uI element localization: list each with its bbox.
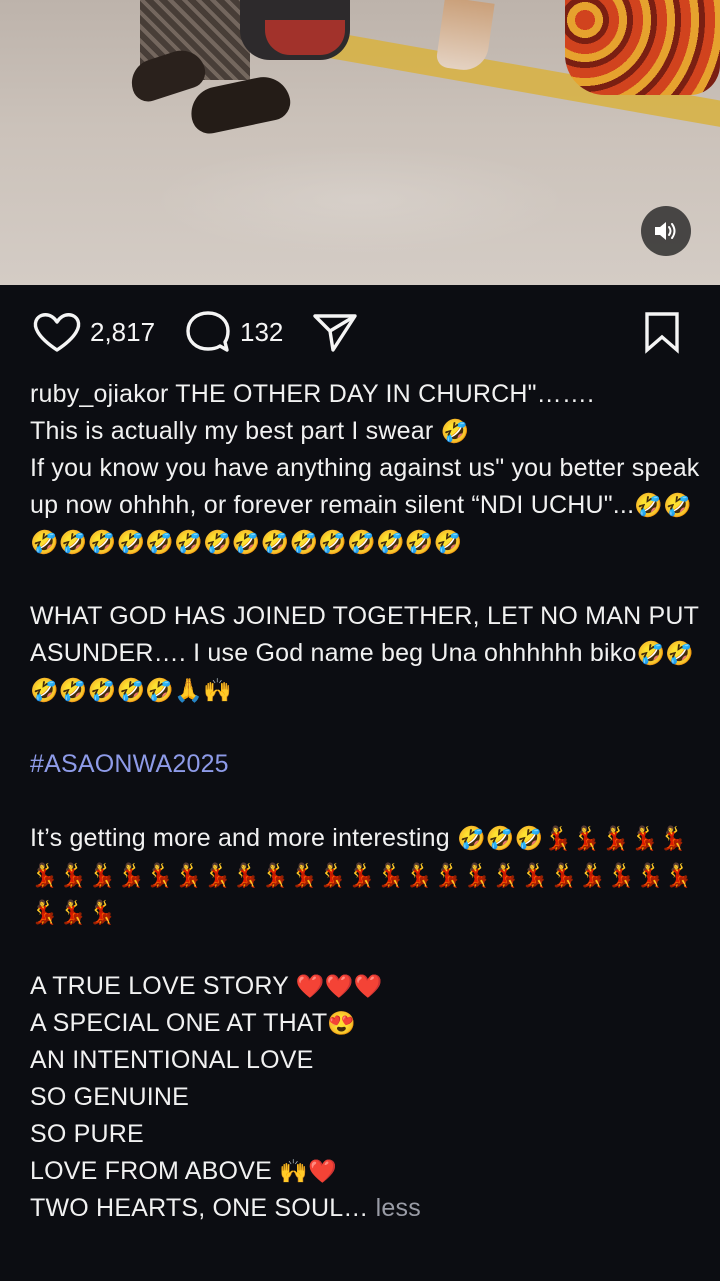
caption-text: THE OTHER DAY IN CHURCH"……. xyxy=(175,380,595,408)
caption-text: If you know you have anything against us… xyxy=(30,454,700,519)
caption-text: TWO HEARTS, ONE SOUL… xyxy=(30,1194,369,1222)
emoji-text: 😍 xyxy=(327,1010,357,1036)
photo-shoe xyxy=(186,72,294,137)
caption-text: A TRUE LOVE STORY xyxy=(30,972,289,1000)
author-username[interactable]: ruby_ojiakor xyxy=(30,380,169,408)
emoji-text: ❤️❤️❤️ xyxy=(295,973,383,999)
emoji-text: 🤣 xyxy=(440,418,470,444)
caption-line: TWO HEARTS, ONE SOUL… less xyxy=(30,1190,700,1227)
photo-fabric xyxy=(565,0,720,95)
caption-line: WHAT GOD HAS JOINED TOGETHER, LET NO MAN… xyxy=(30,598,700,709)
hashtag-link[interactable]: #ASAONWA2025 xyxy=(30,750,229,778)
post-media[interactable] xyxy=(0,0,720,285)
share-action xyxy=(311,300,359,364)
caption-line: If you know you have anything against us… xyxy=(30,450,700,561)
photo-bag-detail xyxy=(265,20,345,55)
speech-bubble-icon[interactable] xyxy=(184,309,232,355)
caption-line: It’s getting more and more interesting 🤣… xyxy=(30,820,700,931)
like-count[interactable]: 2,817 xyxy=(90,317,155,348)
caption-text: WHAT GOD HAS JOINED TOGETHER, LET NO MAN… xyxy=(30,602,699,667)
caption-text: LOVE FROM ABOVE xyxy=(30,1157,272,1185)
caption-line: This is actually my best part I swear 🤣 xyxy=(30,413,700,450)
heart-outline-icon[interactable] xyxy=(32,310,82,354)
save-action xyxy=(642,300,682,364)
caption-line: A SPECIAL ONE AT THAT😍 xyxy=(30,1005,700,1042)
caption-line: ruby_ojiakor THE OTHER DAY IN CHURCH"……. xyxy=(30,376,700,413)
caption-line: LOVE FROM ABOVE 🙌❤️ xyxy=(30,1153,700,1190)
less-link[interactable]: less xyxy=(376,1194,421,1222)
caption-line: A TRUE LOVE STORY ❤️❤️❤️ xyxy=(30,968,700,1005)
caption-text: This is actually my best part I swear xyxy=(30,417,434,445)
caption-text: SO GENUINE xyxy=(30,1083,189,1111)
caption-text: A SPECIAL ONE AT THAT xyxy=(30,1009,328,1037)
emoji-text: 🙌❤️ xyxy=(279,1158,337,1184)
caption-line: AN INTENTIONAL LOVE xyxy=(30,1042,700,1079)
comment-action: 132 xyxy=(184,300,283,364)
post-caption: ruby_ojiakor THE OTHER DAY IN CHURCH"…….… xyxy=(30,376,700,1227)
caption-line: SO GENUINE xyxy=(30,1079,700,1116)
speaker-icon xyxy=(655,222,676,240)
comment-count[interactable]: 132 xyxy=(240,317,283,348)
bookmark-icon[interactable] xyxy=(642,309,682,355)
caption-text: SO PURE xyxy=(30,1120,144,1148)
caption-text: AN INTENTIONAL LOVE xyxy=(30,1046,314,1074)
post-action-bar: 2,817 132 xyxy=(0,300,720,364)
like-action: 2,817 xyxy=(32,300,155,364)
caption-text: It’s getting more and more interesting xyxy=(30,824,450,852)
caption-line: SO PURE xyxy=(30,1116,700,1153)
mute-button[interactable] xyxy=(641,206,691,256)
caption-line: #ASAONWA2025 xyxy=(30,746,700,783)
paper-plane-icon[interactable] xyxy=(311,309,359,355)
